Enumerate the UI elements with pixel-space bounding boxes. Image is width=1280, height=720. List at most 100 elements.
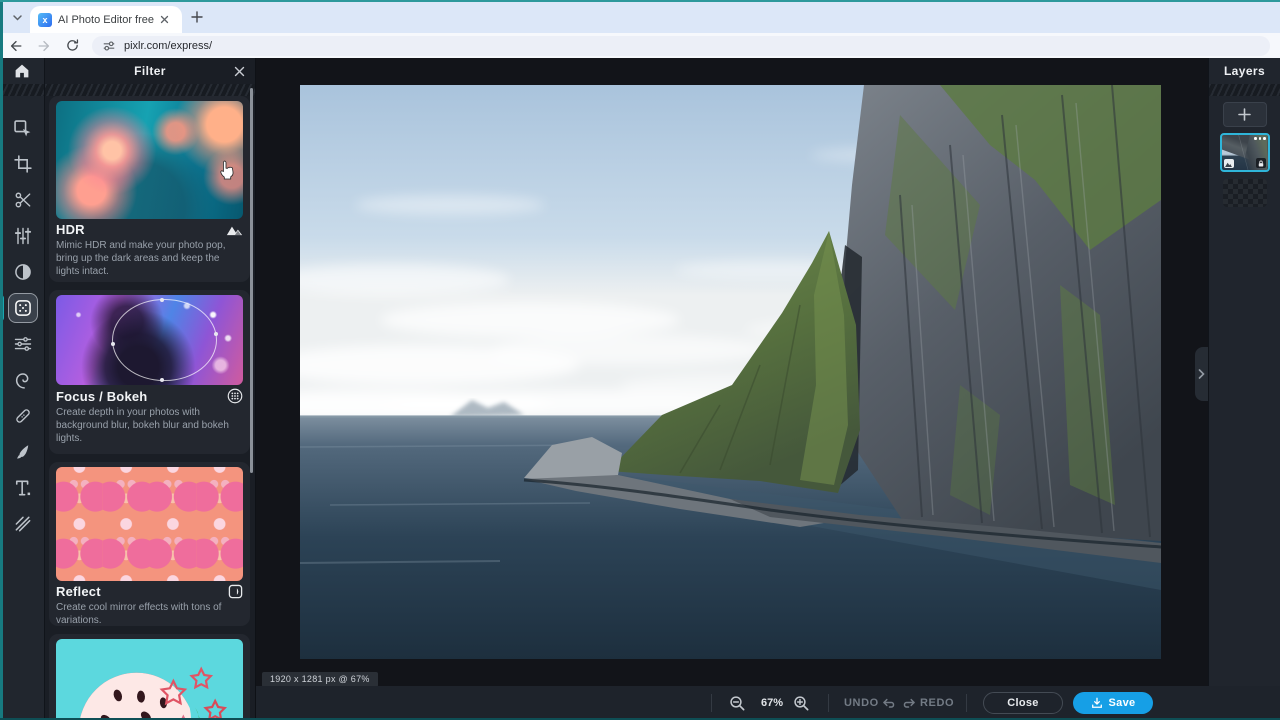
card-description: Create cool mirror effects with tons of …: [56, 602, 222, 626]
filter-icon: [14, 300, 31, 316]
arrange-icon: [14, 119, 31, 136]
tool-text[interactable]: [0, 470, 45, 506]
partial-card-thumbnail[interactable]: [56, 639, 243, 720]
plus-icon: [1238, 108, 1251, 121]
left-toolbar: [0, 58, 45, 720]
brush-icon: [16, 445, 28, 459]
browser-address-bar: pixlr.com/express/: [0, 33, 1280, 58]
card-title: Focus / Bokeh: [56, 388, 148, 404]
undo-icon[interactable]: [880, 694, 898, 712]
tool-draw[interactable]: [0, 434, 45, 470]
mirror-icon: [228, 584, 243, 599]
toolbar-divider-hatch: [0, 84, 44, 96]
tab-list-chevron-icon[interactable]: [9, 9, 25, 25]
adjust-sliders-icon: [14, 227, 31, 245]
divider: [711, 694, 712, 712]
pixlr-editor: Filter HDR Mimic HDR and make your photo…: [0, 58, 1280, 720]
filter-card-partial[interactable]: [49, 634, 250, 720]
scissors-icon: [15, 192, 30, 208]
focus-ring-overlay: [111, 297, 218, 383]
layers-panel-title: Layers: [1223, 64, 1266, 78]
tool-effects[interactable]: [0, 326, 45, 362]
contrast-icon: [14, 264, 31, 280]
zoom-in-button[interactable]: [792, 694, 810, 712]
tool-adjust[interactable]: [0, 218, 45, 254]
zoom-out-button[interactable]: [728, 694, 746, 712]
tab-close-icon[interactable]: [160, 15, 169, 24]
zoom-in-icon: [793, 695, 808, 710]
mouse-cursor-hand: [219, 160, 236, 186]
back-icon[interactable]: [4, 36, 28, 56]
watermelon-art: [78, 666, 228, 720]
home-icon: [15, 64, 29, 78]
url-input[interactable]: pixlr.com/express/: [92, 35, 1270, 56]
editor-canvas[interactable]: 1920 x 1281 px @ 67%: [256, 58, 1208, 687]
panel-divider-hatch: [1209, 84, 1280, 96]
reload-icon[interactable]: [60, 36, 84, 56]
site-settings-tune-icon[interactable]: [102, 39, 116, 53]
divider: [966, 694, 967, 712]
save-button[interactable]: Save: [1073, 692, 1153, 714]
redo-button[interactable]: REDO: [920, 686, 954, 720]
divider: [828, 694, 829, 712]
focus-bokeh-thumbnail[interactable]: [56, 295, 243, 385]
browser-chrome: x AI Photo Editor free : Pixlr Expre pix…: [0, 0, 1280, 58]
tab-title: AI Photo Editor free : Pixlr Expre: [58, 13, 156, 26]
tool-cut-out[interactable]: [0, 182, 45, 218]
tool-filter[interactable]: [0, 290, 45, 326]
filter-card-focus-bokeh[interactable]: Focus / Bokeh Create depth in your photo…: [49, 290, 250, 454]
card-description: Create depth in your photos with backgro…: [56, 407, 229, 445]
liquify-spiral-icon: [15, 373, 28, 389]
card-title: Reflect: [56, 584, 101, 599]
filter-panel-title: Filter: [134, 64, 166, 78]
url-text: pixlr.com/express/: [124, 39, 213, 52]
browser-tab[interactable]: x AI Photo Editor free : Pixlr Expre: [30, 6, 182, 33]
tool-crop[interactable]: [0, 146, 45, 182]
tool-arrange[interactable]: [0, 110, 45, 146]
new-tab-icon[interactable]: [188, 8, 205, 25]
lock-icon[interactable]: [1255, 158, 1266, 168]
layer-thumbnail-selected[interactable]: [1219, 133, 1270, 172]
bottom-bar: 67% UNDO REDO Close Save: [256, 686, 1280, 720]
zoom-out-icon: [729, 695, 744, 710]
crop-icon: [13, 155, 32, 173]
filter-panel-close-icon[interactable]: [233, 65, 246, 78]
filter-card-hdr[interactable]: HDR Mimic HDR and make your photo pop, b…: [49, 96, 250, 282]
pixlr-favicon: x: [38, 12, 52, 27]
card-description: Mimic HDR and make your photo pop, bring…: [56, 240, 226, 278]
landscape-icon: [226, 226, 243, 235]
panel-expand-handle[interactable]: [1195, 347, 1208, 401]
hdr-thumbnail[interactable]: [56, 101, 243, 219]
diagonal-lines-icon: [15, 516, 30, 532]
bokeh-icon: [227, 388, 243, 404]
redo-icon[interactable]: [900, 694, 918, 712]
home-button[interactable]: [0, 58, 44, 84]
save-download-icon: [1091, 697, 1102, 708]
forward-icon[interactable]: [32, 36, 56, 56]
close-button-label: Close: [1007, 697, 1039, 709]
filter-card-reflect[interactable]: Reflect Create cool mirror effects with …: [49, 462, 250, 626]
layer-thumbnail-background[interactable]: [1222, 179, 1267, 207]
add-layer-button[interactable]: [1222, 102, 1267, 127]
tool-contrast[interactable]: [0, 254, 45, 290]
layers-panel: Layers: [1208, 58, 1280, 686]
save-button-label: Save: [1108, 697, 1136, 709]
chevron-right-icon: [1198, 369, 1205, 379]
close-button[interactable]: Close: [983, 692, 1063, 714]
reflect-thumbnail[interactable]: [56, 467, 243, 581]
tool-liquify[interactable]: [0, 362, 45, 398]
panel-scrollbar[interactable]: [250, 88, 253, 473]
undo-button[interactable]: UNDO: [844, 686, 879, 720]
frame-edge-left: [0, 0, 3, 720]
panel-divider-hatch: [45, 84, 255, 96]
tool-retouch[interactable]: [0, 398, 45, 434]
layer-menu-dots-icon[interactable]: [1254, 137, 1266, 140]
tab-strip: x AI Photo Editor free : Pixlr Expre: [0, 0, 1280, 33]
zoom-level[interactable]: 67%: [754, 686, 790, 720]
filter-panel: Filter HDR Mimic HDR and make your photo…: [45, 58, 256, 720]
tool-pattern[interactable]: [0, 506, 45, 542]
text-icon: [15, 480, 30, 496]
card-title: HDR: [56, 222, 85, 237]
photo-fjord-cliff[interactable]: [300, 85, 1161, 659]
canvas-size-status: 1920 x 1281 px @ 67%: [262, 672, 378, 687]
